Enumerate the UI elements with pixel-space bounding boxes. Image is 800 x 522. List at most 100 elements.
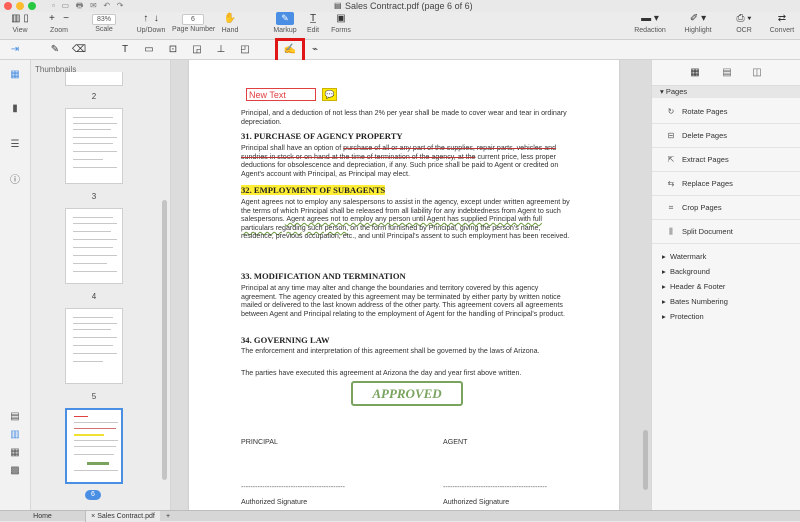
pdf-page: New Text 💬 Principal, and a deduction of… xyxy=(189,60,619,510)
page-number-control[interactable]: 6 Page Number xyxy=(172,12,216,33)
zoom-in-button[interactable]: + xyxy=(49,13,55,24)
up-down-control[interactable]: ↑ ↓ Up/Down xyxy=(136,12,166,34)
highlight-button[interactable]: ✐ ▾ Highlight xyxy=(678,12,718,34)
eraser-icon[interactable]: ⌫ xyxy=(72,43,86,57)
new-tab-button[interactable]: + xyxy=(162,511,174,522)
scale-control[interactable]: 83% Scale xyxy=(84,12,124,33)
redaction-icon: ▬ ▾ xyxy=(641,13,659,24)
right-panel: ▦ ▤ ◫ ▾ Pages ↻ Rotate Pages ⊟ Delete Page… xyxy=(651,60,800,510)
thumbnails-icon[interactable]: ▦ xyxy=(8,68,22,82)
forms-tab[interactable]: ▣ Forms xyxy=(328,12,354,34)
crop-pages-action[interactable]: ⌗ Crop Pages xyxy=(652,196,800,220)
right-panel-tabs: ▦ ▤ ◫ xyxy=(652,60,800,86)
rotate-pages-action[interactable]: ↻ Rotate Pages xyxy=(652,100,800,124)
comment-note-icon[interactable]: 💬 xyxy=(322,88,337,101)
continuous-page-icon[interactable]: ▥ xyxy=(8,428,22,442)
zoom-out-button[interactable]: − xyxy=(63,13,69,24)
thumbnails-scrollbar[interactable] xyxy=(162,200,167,480)
hand-label: Hand xyxy=(221,27,239,34)
document-view[interactable]: New Text 💬 Principal, and a deduction of… xyxy=(171,60,651,510)
paragraph-31: Principal shall have an option of purcha… xyxy=(241,144,559,178)
hand-tool-button[interactable]: ✋ Hand xyxy=(218,12,242,34)
zoom-window-button[interactable] xyxy=(28,2,36,10)
extract-pages-action[interactable]: ⇱ Extract Pages xyxy=(652,148,800,172)
thumb-label-6-selected: 6 xyxy=(85,490,101,500)
close-window-button[interactable] xyxy=(4,2,12,10)
thumbnail-page-6[interactable] xyxy=(65,408,123,484)
info-icon[interactable]: ⓘ xyxy=(8,174,22,188)
edit-tab[interactable]: T̲ Edit xyxy=(302,12,324,34)
background-section[interactable]: ▸ Background xyxy=(662,267,710,276)
protection-section[interactable]: ▸ Protection xyxy=(662,312,704,321)
watermark-section[interactable]: ▸ Watermark xyxy=(662,252,706,261)
thumb-label-2: 2 xyxy=(91,92,97,101)
thumbnails-panel: Thumbnails 2 3 4 5 6 xyxy=(31,60,171,510)
markup-icon: ✎ xyxy=(276,12,294,25)
shapes-icon[interactable]: ◰ xyxy=(238,43,252,57)
callout-icon[interactable]: ◲ xyxy=(190,43,204,57)
two-page-continuous-icon[interactable]: ▩ xyxy=(8,464,22,478)
main-toolbar: ▥ ▯ View + − Zoom 83% Scale ↑ ↓ Up/Down … xyxy=(0,12,800,40)
page-number-label: Page Number xyxy=(172,26,216,33)
pdf-file-icon: ▤ xyxy=(334,1,342,10)
execution-paragraph: The parties have executed this agreement… xyxy=(241,369,522,377)
convert-icon: ⇄ xyxy=(777,13,787,24)
redaction-label: Redaction xyxy=(634,27,666,34)
sidebar-toggle-icon[interactable]: ⇥ xyxy=(8,43,22,57)
agent-label: AGENT xyxy=(443,438,468,446)
two-page-icon[interactable]: ▦ xyxy=(8,446,22,460)
thumbnail-page-3[interactable] xyxy=(65,108,123,184)
forms-icon: ▣ xyxy=(336,13,346,24)
replace-pages-action[interactable]: ⇆ Replace Pages xyxy=(652,172,800,196)
forms-label: Forms xyxy=(331,27,351,34)
document-properties-icon[interactable]: ▤ xyxy=(720,66,734,80)
page-organize-icon[interactable]: ▦ xyxy=(688,66,702,80)
convert-button[interactable]: ⇄ Convert xyxy=(766,12,798,34)
markup-label: Markup xyxy=(273,27,297,34)
paragraph-33: Principal at any time may alter and chan… xyxy=(241,284,565,318)
thumbnail-page-5[interactable] xyxy=(65,308,123,384)
replace-icon: ⇆ xyxy=(667,179,675,188)
thumb-label-5: 5 xyxy=(91,392,97,401)
tab-home[interactable]: Home xyxy=(0,511,86,522)
view-control[interactable]: ▥ ▯ View xyxy=(6,12,34,34)
principal-signature-line: ----------------------------------------… xyxy=(241,483,345,491)
tab-sales-contract[interactable]: × Sales Contract.pdf xyxy=(86,511,160,522)
markup-tab[interactable]: ✎ Markup xyxy=(272,12,298,34)
pages-section-header[interactable]: ▾ Pages xyxy=(652,86,800,98)
new-text-annotation[interactable]: New Text xyxy=(246,88,316,101)
thumb-label-3: 3 xyxy=(91,192,97,201)
thumbnail-page-2[interactable] xyxy=(65,72,123,86)
attachment-icon[interactable]: ⌁ xyxy=(308,43,322,57)
header-footer-section[interactable]: ▸ Header & Footer xyxy=(662,282,725,291)
split-icon: ⫼ xyxy=(669,227,673,236)
agent-authorized-signature: Authorized Signature xyxy=(443,498,510,506)
text-box-icon[interactable]: ⊡ xyxy=(166,43,180,57)
ocr-button[interactable]: ⎙ ▾ OCR xyxy=(726,12,762,34)
text-tool-icon[interactable]: T xyxy=(118,43,132,57)
page-setup-icon[interactable]: ◫ xyxy=(750,66,764,80)
heading-32-highlighted: 32. EMPLOYMENT OF SUBAGENTS xyxy=(241,185,386,195)
stamp-tool-icon[interactable]: ⊥ xyxy=(214,43,228,57)
document-scrollbar[interactable] xyxy=(643,430,648,490)
outline-icon[interactable]: ☰ xyxy=(8,138,22,152)
delete-pages-action[interactable]: ⊟ Delete Pages xyxy=(652,124,800,148)
page-number-field[interactable]: 6 xyxy=(182,14,204,25)
zoom-control[interactable]: + − Zoom xyxy=(44,12,74,34)
bates-numbering-section[interactable]: ▸ Bates Numbering xyxy=(662,297,728,306)
paragraph-34: The enforcement and interpretation of th… xyxy=(241,347,540,355)
thumbnail-page-4[interactable] xyxy=(65,208,123,284)
redaction-button[interactable]: ▬ ▾ Redaction xyxy=(630,12,670,34)
agent-signature-line: ----------------------------------------… xyxy=(443,483,547,491)
single-page-icon[interactable]: ▤ xyxy=(8,410,22,424)
pencil-icon[interactable]: ✎ xyxy=(48,43,62,57)
heading-33: 33. MODIFICATION AND TERMINATION xyxy=(241,271,406,281)
split-document-action[interactable]: ⫼ Split Document xyxy=(652,220,800,244)
scale-field[interactable]: 83% xyxy=(91,14,116,25)
approved-stamp[interactable]: APPROVED xyxy=(351,381,463,406)
note-icon[interactable]: ▭ xyxy=(142,43,156,57)
bookmark-icon[interactable]: ▮ xyxy=(8,102,22,116)
minimize-window-button[interactable] xyxy=(16,2,24,10)
hand-icon: ✋ xyxy=(223,13,237,24)
window-title: Sales Contract.pdf (page 6 of 6) xyxy=(345,1,473,11)
